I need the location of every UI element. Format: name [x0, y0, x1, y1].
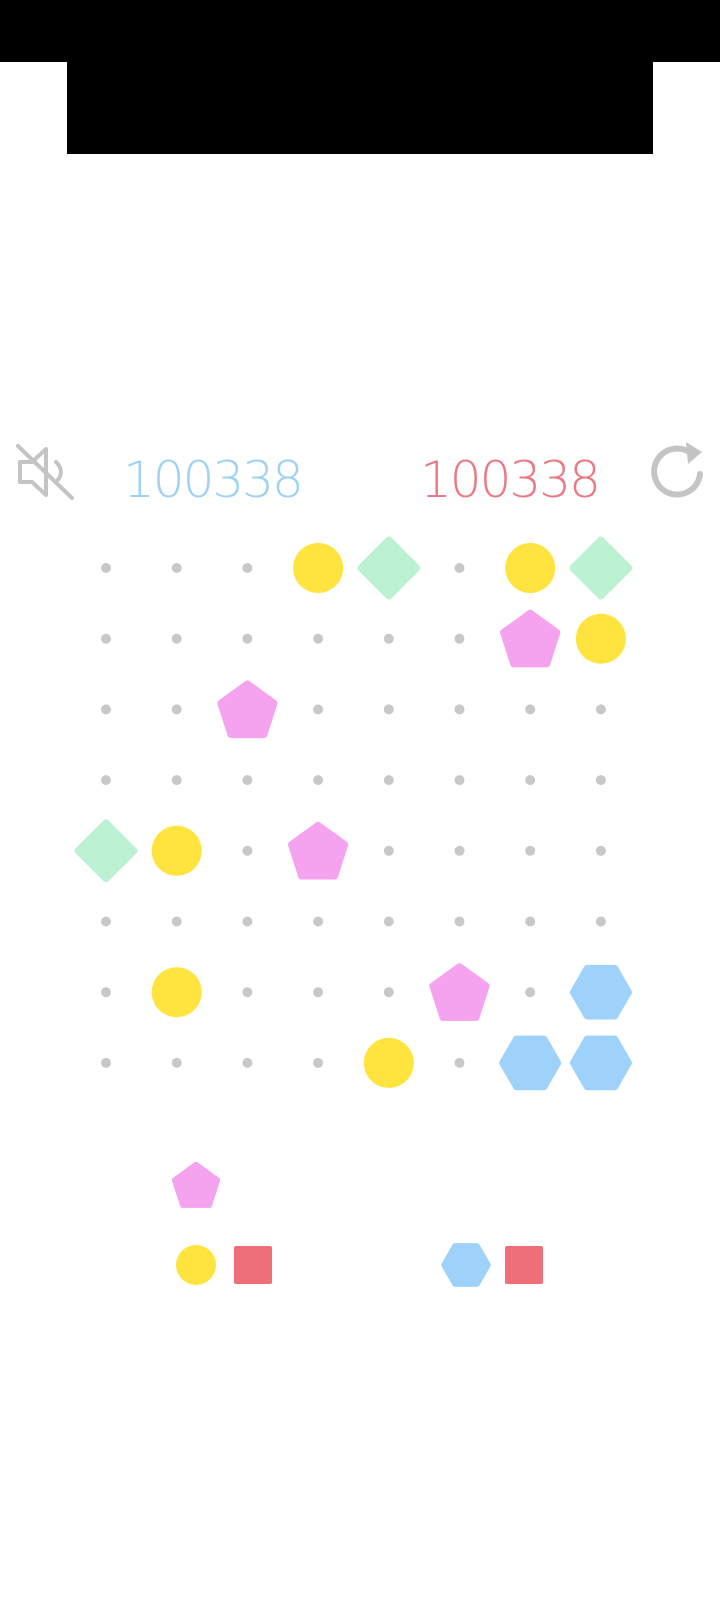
empty-cell[interactable] [495, 886, 566, 957]
next-red-square [505, 1246, 543, 1284]
empty-cell[interactable] [424, 745, 495, 816]
empty-cell[interactable] [212, 533, 283, 604]
empty-cell[interactable] [424, 1028, 495, 1099]
empty-cell[interactable] [353, 815, 424, 886]
empty-cell[interactable] [141, 886, 212, 957]
empty-cell[interactable] [424, 603, 495, 674]
empty-cell[interactable] [353, 603, 424, 674]
empty-cell[interactable] [283, 1028, 354, 1099]
empty-cell[interactable] [141, 745, 212, 816]
empty-cell[interactable] [566, 674, 637, 745]
empty-cell[interactable] [71, 886, 142, 957]
empty-cell[interactable] [71, 533, 142, 604]
pink-pentagon-piece[interactable] [495, 603, 566, 674]
next-pink-pentagon [171, 1161, 221, 1208]
blue-hexagon-piece[interactable] [566, 957, 637, 1028]
empty-cell[interactable] [141, 603, 212, 674]
camera-notch [67, 62, 653, 154]
current-score: 100338 [123, 451, 304, 509]
empty-cell[interactable] [71, 674, 142, 745]
speaker-muted-icon[interactable] [14, 440, 78, 504]
empty-cell[interactable] [212, 815, 283, 886]
empty-cell[interactable] [212, 957, 283, 1028]
next-yellow-circle [176, 1245, 216, 1285]
empty-cell[interactable] [283, 957, 354, 1028]
empty-cell[interactable] [353, 957, 424, 1028]
empty-cell[interactable] [424, 674, 495, 745]
empty-cell[interactable] [212, 745, 283, 816]
empty-cell[interactable] [424, 533, 495, 604]
pink-pentagon-piece[interactable] [212, 674, 283, 745]
empty-cell[interactable] [495, 674, 566, 745]
blue-hexagon-piece[interactable] [566, 1028, 637, 1099]
empty-cell[interactable] [566, 745, 637, 816]
empty-cell[interactable] [424, 815, 495, 886]
empty-cell[interactable] [495, 745, 566, 816]
empty-cell[interactable] [141, 533, 212, 604]
empty-cell[interactable] [71, 1028, 142, 1099]
empty-cell[interactable] [495, 815, 566, 886]
empty-cell[interactable] [141, 674, 212, 745]
empty-cell[interactable] [141, 1028, 212, 1099]
empty-cell[interactable] [283, 745, 354, 816]
yellow-circle-piece[interactable] [566, 603, 637, 674]
empty-cell[interactable] [71, 603, 142, 674]
empty-cell[interactable] [212, 603, 283, 674]
empty-cell[interactable] [283, 603, 354, 674]
yellow-circle-piece[interactable] [141, 815, 212, 886]
empty-cell[interactable] [353, 886, 424, 957]
empty-cell[interactable] [566, 886, 637, 957]
yellow-circle-piece[interactable] [353, 1028, 424, 1099]
green-diamond-piece[interactable] [71, 815, 142, 886]
empty-cell[interactable] [353, 674, 424, 745]
empty-cell[interactable] [283, 674, 354, 745]
pink-pentagon-piece[interactable] [283, 815, 354, 886]
empty-cell[interactable] [212, 886, 283, 957]
best-score: 100338 [420, 451, 601, 509]
game-board [71, 533, 637, 1099]
status-bar [0, 0, 720, 62]
empty-cell[interactable] [71, 957, 142, 1028]
empty-cell[interactable] [495, 957, 566, 1028]
blue-hexagon-piece[interactable] [495, 1028, 566, 1099]
empty-cell[interactable] [283, 886, 354, 957]
next-red-square [234, 1246, 272, 1284]
yellow-circle-piece[interactable] [283, 533, 354, 604]
empty-cell[interactable] [71, 745, 142, 816]
empty-cell[interactable] [424, 886, 495, 957]
empty-cell[interactable] [566, 815, 637, 886]
yellow-circle-piece[interactable] [495, 533, 566, 604]
next-blue-hexagon [441, 1243, 491, 1287]
empty-cell[interactable] [212, 1028, 283, 1099]
pink-pentagon-piece[interactable] [424, 957, 495, 1028]
green-diamond-piece[interactable] [566, 533, 637, 604]
restart-icon[interactable] [644, 438, 710, 504]
yellow-circle-piece[interactable] [141, 957, 212, 1028]
green-diamond-piece[interactable] [353, 533, 424, 604]
empty-cell[interactable] [353, 745, 424, 816]
